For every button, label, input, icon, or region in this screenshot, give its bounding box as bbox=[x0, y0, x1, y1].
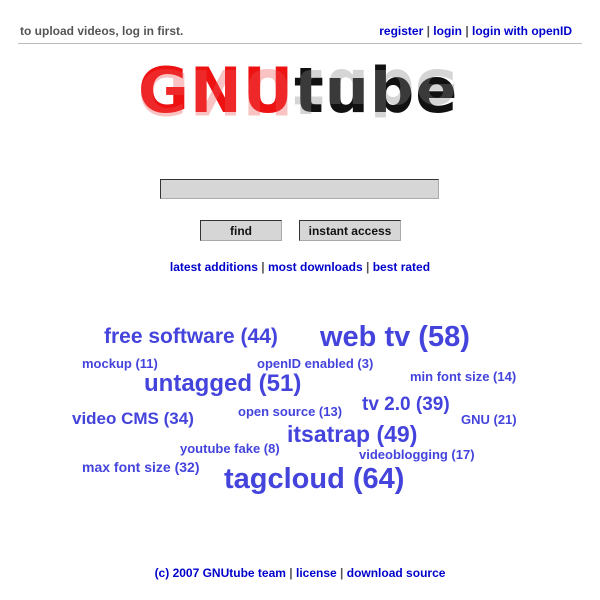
logo-reflection-tube: tube bbox=[294, 55, 459, 128]
separator: | bbox=[465, 24, 469, 38]
separator: | bbox=[289, 566, 293, 580]
account-links: register | login | login with openID bbox=[379, 24, 572, 38]
logo-reflection-gnu: GNU bbox=[138, 55, 295, 128]
separator: | bbox=[261, 260, 265, 274]
latest-additions-link[interactable]: latest additions bbox=[170, 260, 258, 274]
separator: | bbox=[340, 566, 344, 580]
tag-link[interactable]: youtube fake (8) bbox=[180, 441, 280, 456]
download-source-link[interactable]: download source bbox=[347, 566, 446, 580]
tag-link[interactable]: openID enabled (3) bbox=[257, 356, 373, 371]
separator: | bbox=[426, 24, 430, 38]
best-rated-link[interactable]: best rated bbox=[373, 260, 430, 274]
tag-link[interactable]: videoblogging (17) bbox=[359, 447, 475, 462]
find-button[interactable]: find bbox=[200, 220, 282, 241]
register-link[interactable]: register bbox=[379, 24, 423, 38]
header-divider bbox=[18, 43, 582, 44]
login-openid-link[interactable]: login with openID bbox=[472, 24, 572, 38]
most-downloads-link[interactable]: most downloads bbox=[268, 260, 363, 274]
search-input[interactable] bbox=[160, 179, 439, 199]
tag-link[interactable]: tagcloud (64) bbox=[224, 463, 404, 496]
tag-link[interactable]: min font size (14) bbox=[410, 369, 516, 384]
login-notice: to upload videos, log in first. bbox=[20, 24, 184, 38]
footer: (c) 2007 GNUtube team | license | downlo… bbox=[0, 566, 600, 580]
instant-access-button[interactable]: instant access bbox=[299, 220, 401, 241]
separator: | bbox=[366, 260, 370, 274]
logo: GNUtube GNUtube bbox=[138, 60, 468, 184]
tag-link[interactable]: max font size (32) bbox=[82, 459, 199, 475]
tag-link[interactable]: tv 2.0 (39) bbox=[362, 394, 450, 416]
tag-link[interactable]: video CMS (34) bbox=[72, 409, 194, 429]
copyright-link[interactable]: (c) 2007 GNUtube team bbox=[155, 566, 286, 580]
tag-link[interactable]: web tv (58) bbox=[320, 321, 470, 354]
page: to upload videos, log in first. register… bbox=[0, 0, 600, 600]
tag-link[interactable]: open source (13) bbox=[238, 404, 342, 419]
logo-reflection: GNUtube bbox=[138, 60, 458, 122]
tag-link[interactable]: free software (44) bbox=[104, 325, 278, 349]
logo-reflection-fade bbox=[138, 122, 468, 184]
login-link[interactable]: login bbox=[433, 24, 462, 38]
tag-link[interactable]: untagged (51) bbox=[144, 370, 301, 398]
tag-link[interactable]: mockup (11) bbox=[82, 356, 158, 371]
tag-link[interactable]: itsatrap (49) bbox=[287, 421, 417, 448]
tag-link[interactable]: GNU (21) bbox=[461, 412, 517, 427]
license-link[interactable]: license bbox=[296, 566, 337, 580]
browse-nav: latest additions | most downloads | best… bbox=[0, 260, 600, 274]
